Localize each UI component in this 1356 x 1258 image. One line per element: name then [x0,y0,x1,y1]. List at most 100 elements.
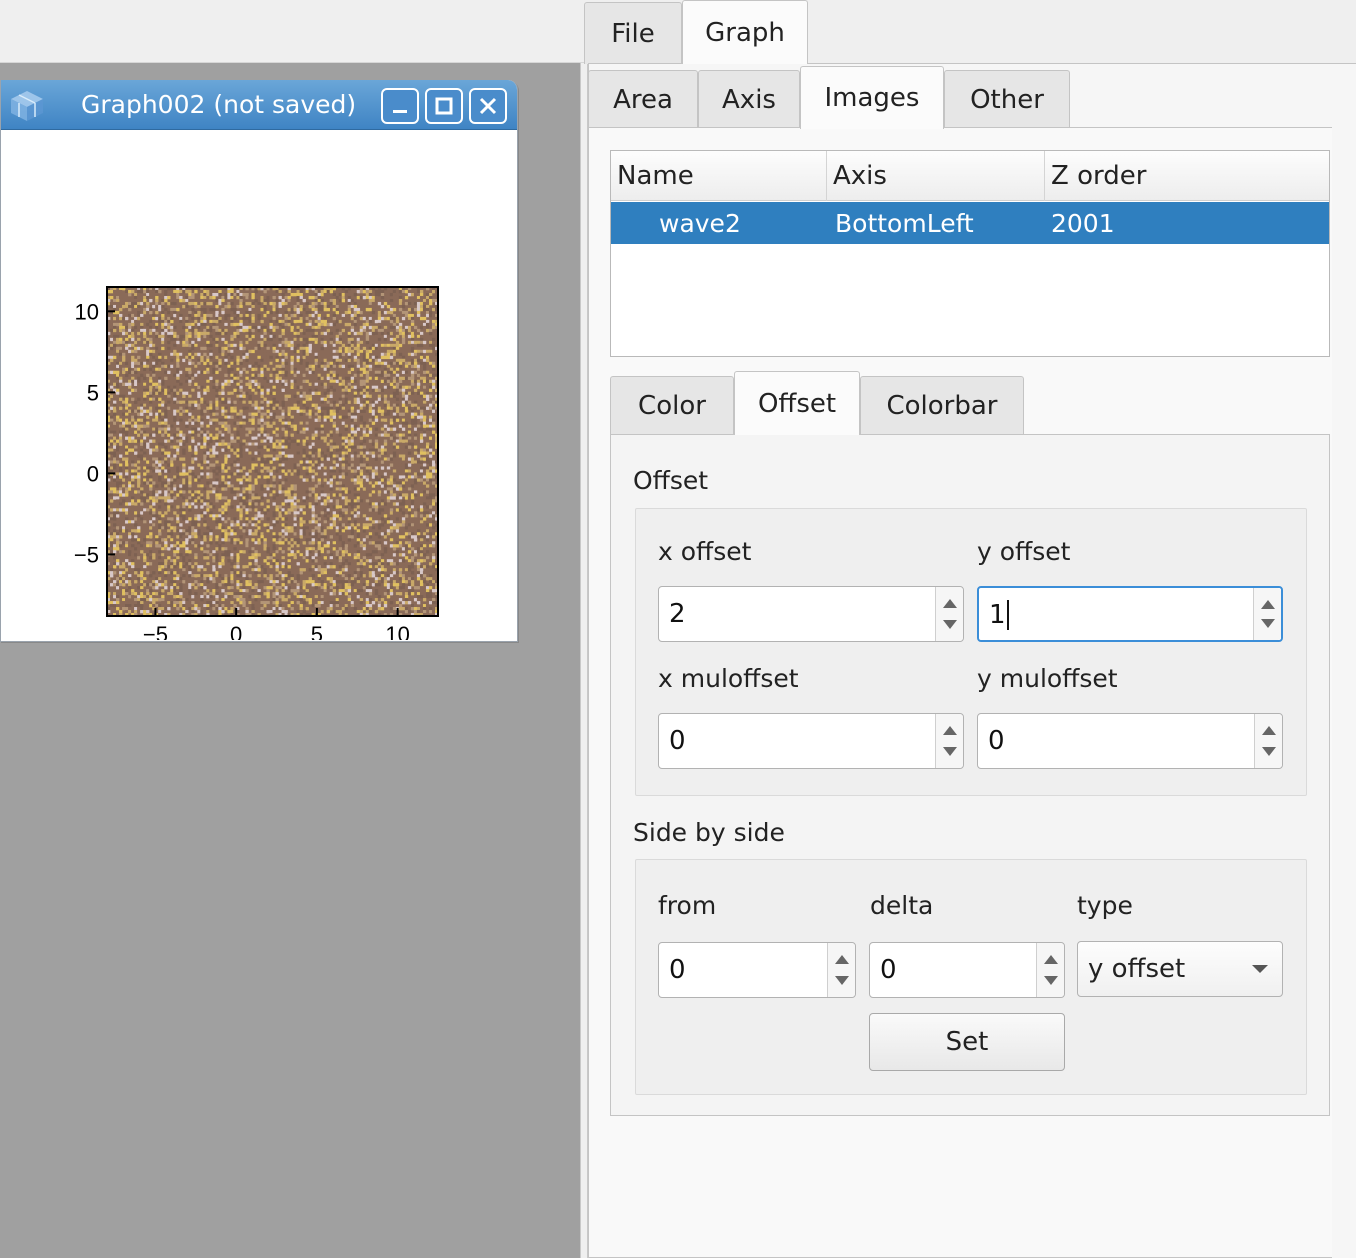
heatmap-cell [194,400,198,404]
heatmap-cell [341,319,346,324]
heatmap-cell [125,445,129,449]
heatmap-cell [377,289,382,294]
heatmap-cell [131,388,135,392]
heatmap-cell [419,415,424,419]
heatmap-cell [395,289,400,294]
heatmap-cell [407,325,412,330]
graph-window[interactable]: Graph002 (not saved) −5 0 5 10 −5 0 5 10 [0,80,518,642]
heatmap-cell [314,433,318,437]
heatmap-cell [170,436,174,440]
heatmap-cell [275,373,279,378]
heatmap-cell [275,370,279,375]
heatmap-cell [329,448,333,452]
heatmap-cell [185,481,189,485]
heatmap-cell [221,307,225,312]
heatmap-cell [302,373,306,378]
heatmap-cell [206,472,210,476]
heatmap-cell [314,325,318,330]
heatmap-cell [263,430,267,434]
heatmap-cell [200,421,204,425]
heatmap-cell [398,301,403,306]
heatmap-cell [299,430,303,434]
close-button[interactable] [469,88,507,124]
heatmap-cell [284,295,288,300]
heatmap-cell [155,304,159,309]
heatmap-cell [221,319,225,324]
heatmap-cell [284,436,288,440]
heatmap-cell [365,451,370,455]
graph-window-titlebar[interactable]: Graph002 (not saved) [1,80,517,130]
heatmap-cell [161,424,165,428]
heatmap-cell [287,412,291,416]
heatmap-cell [275,328,279,333]
panel-splitter[interactable] [580,63,588,1258]
heatmap-cell [317,418,321,422]
heatmap-cell [218,400,222,404]
heatmap-cell [365,322,370,327]
minimize-button[interactable] [381,88,419,124]
heatmap-cell [164,415,168,419]
heatmap-cell [338,340,343,345]
heatmap-cell [185,409,189,413]
heatmap-cell [335,391,339,395]
heatmap-cell [341,454,346,458]
heatmap-cell [317,481,321,485]
heatmap-cell [173,487,177,491]
maximize-button[interactable] [425,88,463,124]
heatmap-cell [182,469,186,473]
heatmap-cell [251,307,255,312]
heatmap-cell [158,406,162,410]
heatmap-cell [170,379,174,384]
heatmap-cell [317,436,321,440]
heatmap-cell [335,319,339,324]
heatmap-cell [416,352,421,357]
heatmap-cell [131,313,135,318]
heatmap-cell [413,436,418,440]
heatmap-cell [143,328,147,333]
heatmap-cell [395,376,400,381]
heatmap-cell [350,442,355,446]
heatmap-cell [419,439,424,443]
heatmap-cell [317,319,321,324]
heatmap-cell [380,445,385,449]
heatmap-cell [188,478,192,482]
heatmap-cell [308,394,312,398]
heatmap-cell [341,376,346,381]
heatmap-cell [212,307,216,312]
heatmap-cell [137,292,141,297]
heatmap-cell [149,454,153,458]
heatmap-cell [236,328,240,333]
heatmap-cell [266,298,270,303]
heatmap-cell [137,325,141,330]
heatmap-cell [407,334,412,339]
heatmap-cell [239,295,243,300]
heatmap-cell [116,394,120,398]
heatmap-cell [272,391,276,395]
heatmap-cell [404,391,409,395]
heatmap-cell [200,439,204,443]
heatmap-cell [170,334,174,339]
heatmap-cell [347,313,352,318]
heatmap-cell [188,301,192,306]
heatmap-cell [266,457,270,461]
heatmap-cell [260,412,264,416]
heatmap-cell [146,475,150,479]
heatmap-cell [353,370,358,375]
heatmap-cell [272,361,276,366]
heatmap-cell [206,463,210,467]
heatmap-cell [260,463,264,467]
heatmap-cell [308,445,312,449]
heatmap-cell [203,295,207,300]
heatmap-cell [242,442,246,446]
heatmap-cell [395,367,400,372]
heatmap-cell [134,463,138,467]
heatmap-cell [287,454,291,458]
heatmap-cell [122,352,126,357]
heatmap-cell [356,487,361,491]
heatmap-cell [173,340,177,345]
heatmap-cell [362,427,367,431]
heatmap-cell [200,445,204,449]
heatmap-cell [389,421,394,425]
graph-canvas[interactable]: −5 0 5 10 −50510 [1,130,517,640]
heatmap-cell [272,316,276,321]
